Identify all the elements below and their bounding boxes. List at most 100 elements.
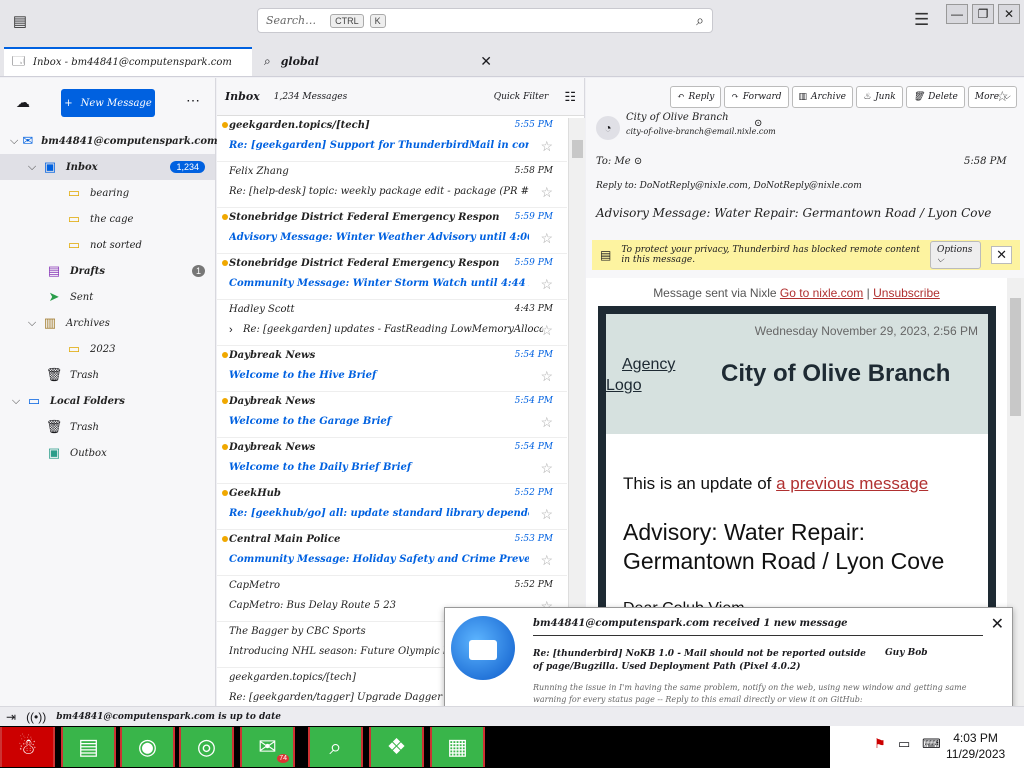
taskbar-file-explorer[interactable]: ▤ [61, 727, 116, 767]
options-button[interactable]: Options ⌵ [929, 241, 982, 269]
message-row[interactable]: GeekHub 5:52 PM Re: [geekhub/go] all: upda… [217, 484, 567, 530]
start-button[interactable]: ☃ [0, 727, 55, 767]
collapse-icon[interactable]: ⇥ [6, 710, 16, 724]
clock[interactable]: 4:03 PM 11/29/2023 [946, 730, 1005, 762]
unread-dot-icon[interactable] [222, 536, 228, 542]
unread-dot-icon[interactable] [222, 214, 228, 220]
message-time: 5:58 PM [964, 156, 1007, 167]
quick-filter-button[interactable]: Quick Filter [494, 92, 549, 102]
close-notice-icon[interactable]: ✕ [991, 246, 1012, 264]
taskbar-control-panel[interactable]: ▦ [430, 727, 485, 767]
tab-search[interactable]: ⌕ global ✕ [256, 47, 500, 76]
message-row[interactable]: Stonebridge District Federal Emergency R… [217, 208, 567, 254]
chevron-down-icon[interactable]: ⌵ [10, 395, 22, 408]
folder-local-trash[interactable]: 🗑 Trash [0, 414, 215, 440]
taskbar-chrome[interactable]: ◎ [179, 727, 234, 767]
folder-drafts[interactable]: ▤ Drafts 1 [0, 258, 215, 284]
unread-dot-icon[interactable] [222, 490, 228, 496]
folder-trash[interactable]: 🗑 Trash [0, 362, 215, 388]
taskbar-firefox[interactable]: ◉ [120, 727, 175, 767]
thunderbird-logo-icon [451, 616, 515, 680]
search-icon[interactable]: ⌕ [696, 12, 704, 29]
close-notification-icon[interactable]: ✕ [991, 614, 1004, 634]
delete-button[interactable]: 🗑 Delete [905, 86, 965, 108]
unread-dot-icon[interactable] [222, 398, 228, 404]
close-window-button[interactable]: ✕ [998, 4, 1020, 24]
message-row[interactable]: Daybreak News 5:54 PM Welcome to the Daily… [217, 438, 567, 484]
folder-the-cage[interactable]: ▭ the cage [0, 206, 215, 232]
more-options-icon[interactable]: ⋯ [186, 92, 200, 109]
new-mail-notification[interactable]: bm44841@computenspark.com received 1 new… [444, 607, 1013, 717]
unread-dot-icon[interactable] [222, 444, 228, 450]
get-messages-icon[interactable]: ☁ [16, 94, 30, 111]
taskbar-thunderbird[interactable]: ✉ 74 [240, 727, 295, 767]
keyboard-icon[interactable]: ⌨ [922, 736, 941, 752]
folder-2023[interactable]: ▭ 2023 [0, 336, 215, 362]
close-tab-icon[interactable]: ✕ [480, 53, 492, 70]
star-icon[interactable]: ☆ [540, 322, 553, 339]
reply-button[interactable]: ↶ Reply [670, 86, 722, 108]
junk-button[interactable]: ♨ Junk [855, 86, 903, 108]
unread-dot-icon[interactable] [222, 260, 228, 266]
message-row[interactable]: Felix Zhang 5:58 PM Re: [help-desk] topic:… [217, 162, 567, 208]
message-row[interactable]: Central Main Police 5:53 PM Community Mess… [217, 530, 567, 576]
online-status-icon[interactable]: ((•)) [26, 710, 46, 724]
folder-sent[interactable]: ➤ Sent [0, 284, 215, 310]
star-icon[interactable]: ☆ [540, 184, 553, 201]
folder-archives[interactable]: ⌵ ▥ Archives [0, 310, 215, 336]
message-row[interactable]: Daybreak News 5:54 PM Welcome to the Hive … [217, 346, 567, 392]
restore-button[interactable]: ❐ [972, 4, 994, 24]
global-search-bar[interactable]: Search… CTRL K ⌕ [257, 8, 713, 33]
archive-button[interactable]: ▥ Archive [791, 86, 853, 108]
taskbar-windows[interactable]: ❖ [369, 727, 424, 767]
folder-not-sorted[interactable]: ▭ not sorted [0, 232, 215, 258]
folder-bearing[interactable]: ▭ bearing [0, 180, 215, 206]
new-message-button[interactable]: + New Message [61, 89, 155, 117]
app-menu-icon[interactable]: ☰ [914, 10, 929, 30]
unread-dot-icon[interactable] [222, 122, 228, 128]
folder-inbox[interactable]: ⌵ ▣ Inbox 1,234 [0, 154, 215, 180]
message-row[interactable]: Daybreak News 5:54 PM Welcome to the Garag… [217, 392, 567, 438]
title-bar: ▤ Search… CTRL K ⌕ ☰ — ❐ ✕ [0, 0, 1024, 44]
star-icon[interactable]: ☆ [540, 506, 553, 523]
agency-logo-link[interactable]: Agency Logo [606, 354, 675, 396]
star-icon[interactable]: ☆ [540, 552, 553, 569]
sidebar-toggle-icon[interactable]: ▤ [8, 10, 32, 32]
to-value[interactable]: Me [614, 156, 630, 167]
star-icon[interactable]: ☆ [540, 138, 553, 155]
chevron-down-icon[interactable]: ⌵ [26, 317, 38, 330]
chevron-down-icon[interactable]: ⌵ [10, 135, 18, 148]
star-icon[interactable]: ☆ [996, 88, 1009, 105]
from-name[interactable]: City of Olive Branch [626, 112, 729, 123]
tab-inbox[interactable]: 🗔 Inbox - bm44841@computenspark.com [4, 47, 252, 76]
message-row[interactable]: Hadley Scott 4:43 PM › Re: [geekgarden] upd… [217, 300, 567, 346]
minimize-button[interactable]: — [946, 4, 968, 24]
search-placeholder: Search… [266, 14, 317, 27]
folder-outbox[interactable]: ▣ Outbox [0, 440, 215, 466]
more-button[interactable]: More ⌵ [967, 86, 1017, 108]
star-icon[interactable]: ☆ [540, 276, 553, 293]
folder-account[interactable]: ⌵ ✉ bm44841@computenspark.com [0, 128, 218, 154]
contact-icon[interactable]: ⊙ [754, 118, 762, 129]
taskbar-magnifier[interactable]: ⌕ [308, 727, 363, 767]
flag-icon[interactable]: ⚑ [874, 736, 886, 752]
network-icon[interactable]: ▭ [898, 736, 910, 752]
chevron-down-icon[interactable]: ⌵ [26, 161, 38, 174]
forward-button[interactable]: ↷ Forward [724, 86, 789, 108]
message-sender: CapMetro [229, 580, 280, 591]
folder-pane: ☁ + New Message ⋯ ⌵ ✉ bm44841@computensp… [0, 78, 218, 706]
folder-local[interactable]: ⌵ ▭ Local Folders [0, 388, 215, 414]
thread-chevron-icon[interactable]: › [229, 324, 233, 336]
star-icon[interactable]: ☆ [540, 414, 553, 431]
star-icon[interactable]: ☆ [540, 460, 553, 477]
message-row[interactable]: Stonebridge District Federal Emergency R… [217, 254, 567, 300]
reply-to-value[interactable]: DoNotReply@nixle.com, DoNotReply@nixle.c… [640, 181, 862, 191]
star-icon[interactable]: ☆ [540, 230, 553, 247]
unread-dot-icon[interactable] [222, 352, 228, 358]
previous-message-link[interactable]: a previous message [776, 474, 928, 493]
display-options-icon[interactable]: ☷ [564, 89, 576, 105]
message-row[interactable]: geekgarden.topics/[tech] 5:55 PM Re: [geek… [217, 116, 567, 162]
star-icon[interactable]: ☆ [540, 368, 553, 385]
unsubscribe-link[interactable]: Unsubscribe [873, 286, 940, 300]
nixle-link[interactable]: Go to nixle.com [780, 286, 863, 300]
